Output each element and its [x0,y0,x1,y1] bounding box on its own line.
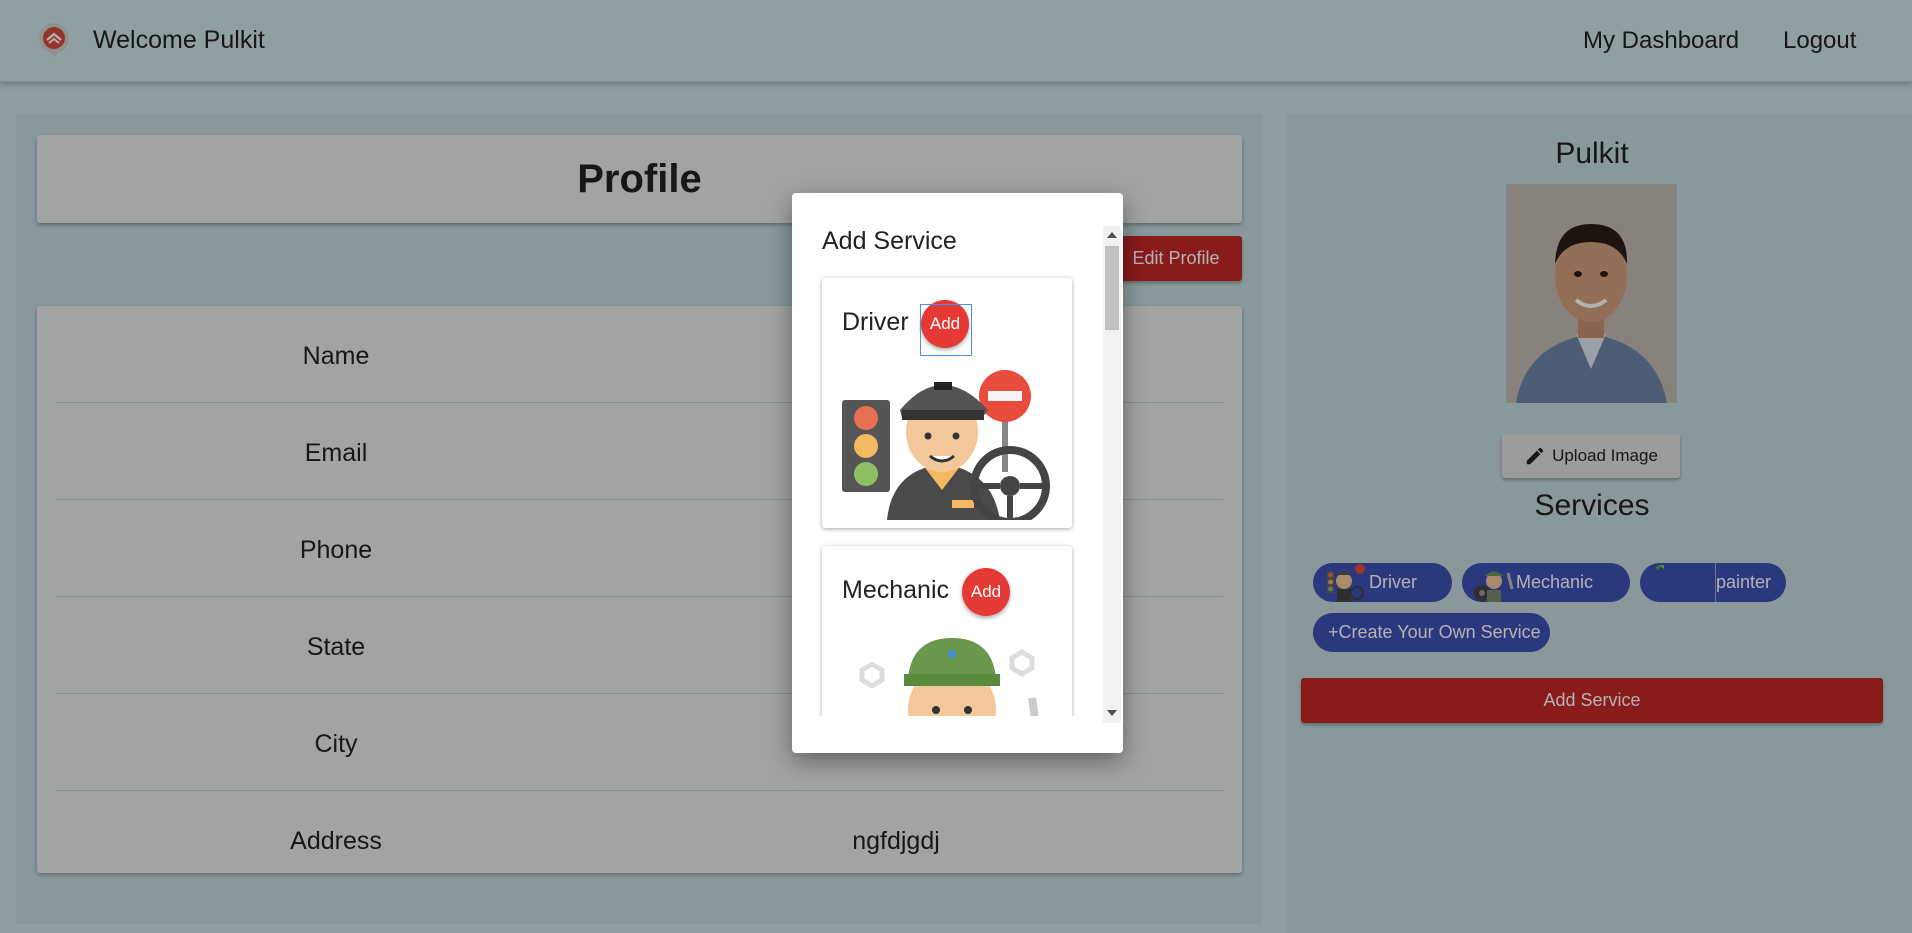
service-card-title: Driver [842,308,909,336]
mechanic-illustration-icon [859,638,1039,716]
scroll-down-icon[interactable] [1107,710,1117,716]
service-card-title: Mechanic [842,576,949,604]
add-service-dialog: Add Service Driver Add Mechanic Add [792,193,1123,753]
focus-ring [920,304,972,356]
driver-illustration-icon [842,370,1050,520]
service-card-mechanic: Mechanic Add [822,546,1072,716]
dialog-scrollbar[interactable] [1103,226,1121,723]
scroll-thumb[interactable] [1105,246,1119,330]
add-mechanic-button[interactable]: Add [962,568,1010,616]
dialog-title: Add Service [822,227,957,255]
scroll-up-icon[interactable] [1107,232,1117,238]
